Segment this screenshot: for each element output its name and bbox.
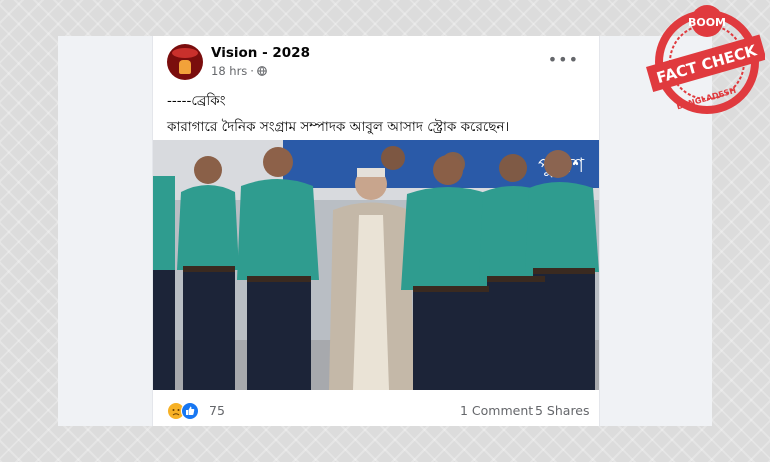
more-options-icon[interactable]: ••• [548, 50, 579, 69]
globe-icon[interactable] [257, 66, 267, 76]
facebook-post-card: Vision - 2028 18 hrs · ••• -----ব্রেকিং … [152, 36, 600, 426]
comment-count-link[interactable]: 1 Comment [460, 403, 533, 418]
share-count-link[interactable]: 5 Shares [535, 403, 590, 418]
like-icon[interactable] [181, 402, 199, 420]
stamp-top-text: BOOM [688, 16, 726, 29]
police-escort-photo: পুলিশ [153, 140, 599, 390]
post-text-line-2: কারাগারে দৈনিক সংগ্রাম সম্পাদক আবুল আসাদ… [167, 119, 510, 135]
page-avatar[interactable] [167, 44, 203, 80]
post-photo[interactable]: পুলিশ [153, 140, 599, 390]
post-stats-bar: 75 1 Comment 5 Shares [153, 400, 599, 420]
fact-check-stamp: BOOM FACT CHECK BANGLADESH [646, 5, 767, 114]
avatar-fist-graphic [179, 60, 191, 74]
page-name-link[interactable]: Vision - 2028 [211, 45, 310, 61]
post-timestamp[interactable]: 18 hrs [211, 64, 247, 78]
post-meta: 18 hrs · [211, 64, 267, 78]
avatar-flame-graphic [172, 48, 198, 58]
reaction-count[interactable]: 75 [209, 403, 225, 418]
post-text-line-1: -----ব্রেকিং [167, 93, 226, 109]
meta-separator: · [250, 64, 254, 78]
boom-fact-check-watermark: BOOM FACT CHECK BANGLADESH [645, 4, 767, 122]
